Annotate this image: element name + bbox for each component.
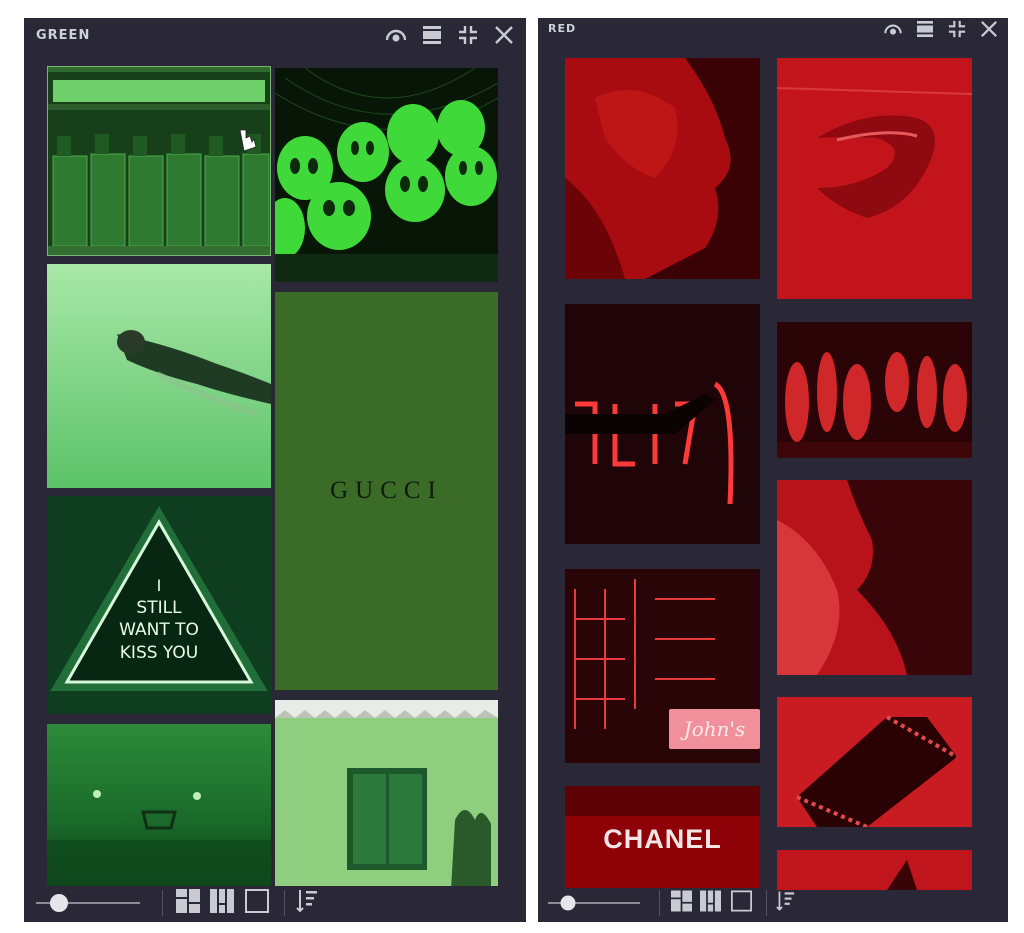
bottom-toolbar bbox=[538, 884, 1008, 922]
board-toolbar bbox=[386, 25, 514, 45]
board-toolbar bbox=[884, 20, 998, 38]
bottom-toolbar bbox=[24, 884, 526, 922]
tile-dancers[interactable] bbox=[777, 322, 972, 458]
red-board-panel: RED John's CHANEL bbox=[538, 18, 1008, 922]
eye-icon[interactable] bbox=[884, 23, 902, 35]
close-icon[interactable] bbox=[494, 25, 514, 45]
neon-line-2: STILL bbox=[136, 598, 182, 618]
zoom-slider-thumb[interactable] bbox=[560, 895, 576, 911]
sort-icon[interactable] bbox=[296, 889, 318, 917]
divider bbox=[659, 890, 660, 916]
tile-green-window[interactable] bbox=[275, 700, 498, 886]
single-row-icon[interactable] bbox=[916, 21, 934, 37]
tile-underwater-swimmer[interactable] bbox=[47, 264, 271, 488]
green-board-panel: GREEN GUCCI I STILL WANT TO KISS YOU bbox=[24, 18, 526, 922]
tile-alien-balloons[interactable] bbox=[275, 68, 498, 282]
zoom-slider-thumb[interactable] bbox=[50, 894, 68, 912]
tile-neon-sign[interactable]: I STILL WANT TO KISS YOU bbox=[47, 496, 271, 714]
tile-kiss[interactable] bbox=[777, 480, 972, 675]
tile-film-strip[interactable] bbox=[777, 697, 972, 827]
eye-icon[interactable] bbox=[386, 28, 406, 42]
single-layout-icon[interactable] bbox=[731, 890, 752, 916]
tile-fire-escape[interactable]: John's bbox=[565, 569, 760, 763]
column-layout-icon[interactable] bbox=[210, 889, 234, 917]
tile-foggy-street[interactable] bbox=[47, 724, 271, 886]
tile-red-statue[interactable] bbox=[565, 58, 760, 279]
board-title: RED bbox=[548, 22, 577, 35]
board-title: GREEN bbox=[36, 28, 91, 43]
tile-neon-hand[interactable] bbox=[565, 304, 760, 544]
mosaic-layout-icon[interactable] bbox=[176, 889, 200, 917]
divider bbox=[162, 890, 163, 916]
divider bbox=[766, 890, 767, 916]
tile-chanel[interactable]: CHANEL bbox=[565, 786, 760, 888]
neon-line-1: I bbox=[156, 576, 162, 595]
tile-green-bottles[interactable] bbox=[47, 66, 271, 256]
neon-line-3: WANT TO bbox=[119, 620, 199, 640]
tile-gucci[interactable]: GUCCI bbox=[275, 292, 498, 690]
column-layout-icon[interactable] bbox=[700, 890, 721, 916]
divider bbox=[284, 890, 285, 916]
neon-line-4: KISS YOU bbox=[119, 643, 199, 663]
single-row-icon[interactable] bbox=[422, 26, 442, 44]
johns-neon-sign: John's bbox=[683, 717, 746, 741]
collapse-icon[interactable] bbox=[458, 25, 478, 45]
collapse-icon[interactable] bbox=[948, 20, 966, 38]
gucci-wordmark: GUCCI bbox=[330, 477, 443, 504]
single-layout-icon[interactable] bbox=[245, 889, 269, 917]
sort-icon[interactable] bbox=[776, 891, 795, 916]
close-icon[interactable] bbox=[980, 20, 998, 38]
mosaic-layout-icon[interactable] bbox=[671, 890, 692, 916]
chanel-wordmark: CHANEL bbox=[603, 824, 722, 854]
tile-red-paint[interactable] bbox=[777, 58, 972, 299]
